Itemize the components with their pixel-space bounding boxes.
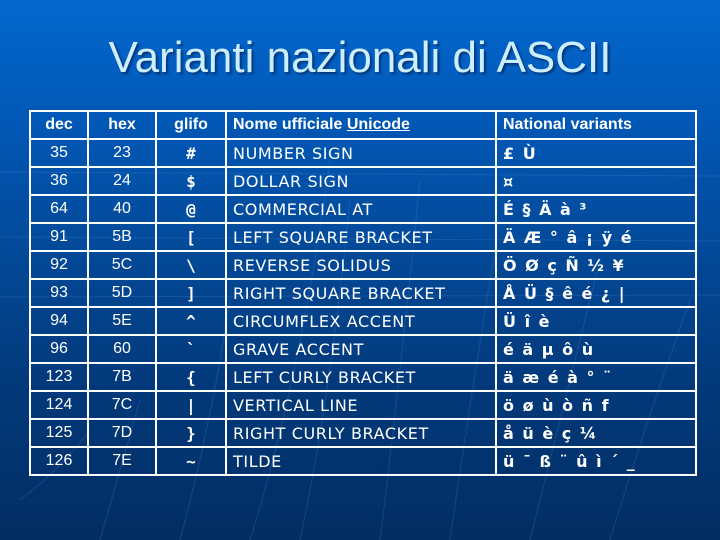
cell-unicode-name: COMMERCIAL AT xyxy=(225,194,497,224)
cell-glyph: | xyxy=(155,390,227,420)
header-hex: hex xyxy=(87,110,157,140)
ascii-variants-table: dec hex glifo Nome ufficiale Unicode Nat… xyxy=(29,110,697,476)
cell-unicode-name: GRAVE ACCENT xyxy=(225,334,497,364)
cell-dec: 35 xyxy=(29,138,89,168)
cell-unicode-name: TILDE xyxy=(225,446,497,476)
cell-hex: 5C xyxy=(87,250,157,280)
header-unicode-name-label: Nome ufficiale xyxy=(233,116,347,133)
cell-unicode-name: NUMBER SIGN xyxy=(225,138,497,168)
table-row: 92 5C \ REVERSE SOLIDUS Ö Ø ç Ñ ½ ¥ xyxy=(29,250,697,280)
cell-dec: 124 xyxy=(29,390,89,420)
cell-dec: 91 xyxy=(29,222,89,252)
cell-unicode-name: RIGHT CURLY BRACKET xyxy=(225,418,497,448)
slide-title: Varianti nazionali di ASCII xyxy=(108,33,612,82)
cell-dec: 93 xyxy=(29,278,89,308)
cell-national-variants: å ü è ç ¼ xyxy=(495,418,697,448)
cell-glyph: $ xyxy=(155,166,227,196)
cell-hex: 40 xyxy=(87,194,157,224)
cell-national-variants: ä æ é à ° ¨ xyxy=(495,362,697,392)
cell-hex: 7C xyxy=(87,390,157,420)
cell-dec: 126 xyxy=(29,446,89,476)
table-row: 91 5B[LEFT SQUARE BRACKET Ä Æ ° â ¡ ÿ é xyxy=(29,222,697,252)
cell-hex: 7B xyxy=(87,362,157,392)
cell-dec: 36 xyxy=(29,166,89,196)
cell-dec: 125 xyxy=(29,418,89,448)
cell-hex: 5E xyxy=(87,306,157,336)
cell-glyph: ` xyxy=(155,334,227,364)
header-dec: dec xyxy=(29,110,89,140)
cell-national-variants: Ö Ø ç Ñ ½ ¥ xyxy=(495,250,697,280)
cell-dec: 123 xyxy=(29,362,89,392)
table-row: 93 5D] RIGHT SQUARE BRACKET Å Ü § ê é ¿ | xyxy=(29,278,697,308)
cell-national-variants: £ Ù xyxy=(495,138,697,168)
cell-dec: 64 xyxy=(29,194,89,224)
header-unicode-name: Nome ufficiale Unicode xyxy=(225,110,497,140)
header-glyph: glifo xyxy=(155,110,227,140)
cell-national-variants: É § Ä à ³ xyxy=(495,194,697,224)
header-national-variants: National variants xyxy=(495,110,697,140)
cell-glyph: ] xyxy=(155,278,227,308)
cell-glyph: @ xyxy=(155,194,227,224)
cell-unicode-name: LEFT SQUARE BRACKET xyxy=(225,222,497,252)
cell-hex: 7E xyxy=(87,446,157,476)
table-row: 64 40 @ COMMERCIAL AT É § Ä à ³ xyxy=(29,194,697,224)
cell-national-variants: Å Ü § ê é ¿ | xyxy=(495,278,697,308)
cell-glyph: { xyxy=(155,362,227,392)
cell-hex: 23 xyxy=(87,138,157,168)
table-header-row: dec hex glifo Nome ufficiale Unicode Nat… xyxy=(29,110,697,140)
table-row: 36 24 $ DOLLAR SIGN ¤ xyxy=(29,166,697,196)
table-row: 35 23 # NUMBER SIGN £ Ù xyxy=(29,138,697,168)
cell-national-variants: Ü î è xyxy=(495,306,697,336)
cell-hex: 5B xyxy=(87,222,157,252)
cell-national-variants: ¤ xyxy=(495,166,697,196)
cell-hex: 60 xyxy=(87,334,157,364)
cell-glyph: [ xyxy=(155,222,227,252)
table-row: 96 60 ` GRAVE ACCENT é ä µ ô ù xyxy=(29,334,697,364)
cell-national-variants: ü ¯ ß ¨ û ì ´ _ xyxy=(495,446,697,476)
cell-hex: 5D xyxy=(87,278,157,308)
cell-dec: 92 xyxy=(29,250,89,280)
cell-dec: 96 xyxy=(29,334,89,364)
unicode-link[interactable]: Unicode xyxy=(347,116,410,133)
cell-national-variants: Ä Æ ° â ¡ ÿ é xyxy=(495,222,697,252)
cell-dec: 94 xyxy=(29,306,89,336)
table-row: 94 5E ^ CIRCUMFLEX ACCENT Ü î è xyxy=(29,306,697,336)
cell-glyph: } xyxy=(155,418,227,448)
cell-unicode-name: CIRCUMFLEX ACCENT xyxy=(225,306,497,336)
cell-unicode-name: VERTICAL LINE xyxy=(225,390,497,420)
cell-unicode-name: DOLLAR SIGN xyxy=(225,166,497,196)
table-row: 126 7E ~ TILDE ü ¯ ß ¨ û ì ´ _ xyxy=(29,446,697,476)
cell-glyph: ~ xyxy=(155,446,227,476)
cell-unicode-name: REVERSE SOLIDUS xyxy=(225,250,497,280)
cell-glyph: \ xyxy=(155,250,227,280)
cell-unicode-name: LEFT CURLY BRACKET xyxy=(225,362,497,392)
cell-national-variants: é ä µ ô ù xyxy=(495,334,697,364)
cell-hex: 24 xyxy=(87,166,157,196)
table-row: 124 7C | VERTICAL LINE ö ø ù ò ñ f xyxy=(29,390,697,420)
cell-national-variants: ö ø ù ò ñ f xyxy=(495,390,697,420)
cell-unicode-name: RIGHT SQUARE BRACKET xyxy=(225,278,497,308)
table-row: 125 7D} RIGHT CURLY BRACKET å ü è ç ¼ xyxy=(29,418,697,448)
cell-hex: 7D xyxy=(87,418,157,448)
table-row: 123 7B{LEFT CURLY BRACKET ä æ é à ° ¨ xyxy=(29,362,697,392)
cell-glyph: ^ xyxy=(155,306,227,336)
cell-glyph: # xyxy=(155,138,227,168)
